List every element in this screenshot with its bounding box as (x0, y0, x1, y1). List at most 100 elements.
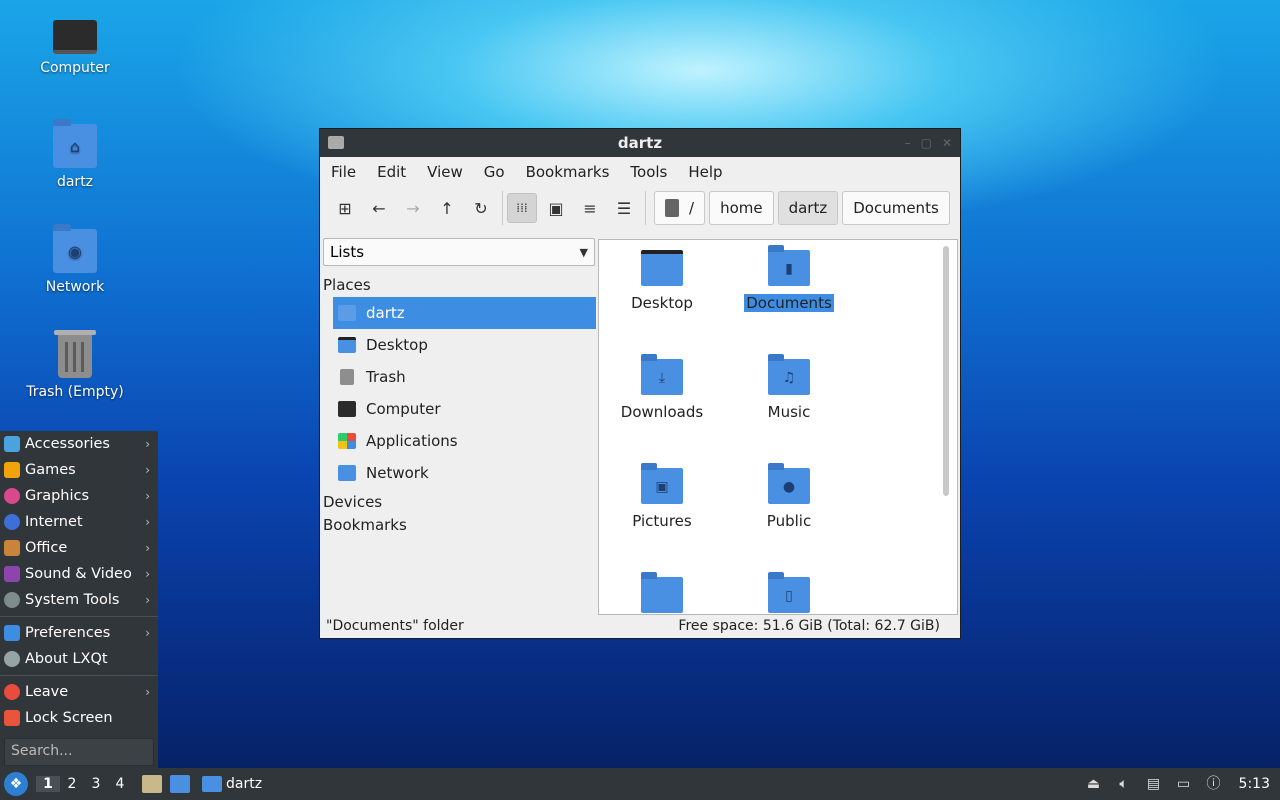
grid-icon: ⁞⁞⁞ (516, 201, 528, 215)
window-titlebar[interactable]: dartz – ▢ ✕ (320, 129, 960, 157)
menu-item-label: System Tools (25, 592, 120, 608)
up-button[interactable]: ↑ (432, 193, 462, 223)
menu-internet[interactable]: Internet › (0, 509, 158, 535)
devices-header[interactable]: Devices (321, 491, 597, 514)
bookmarks-header[interactable]: Bookmarks (321, 514, 597, 537)
desktop-icon-label: dartz (56, 174, 94, 190)
desktop-switch-1[interactable]: 1 (36, 776, 60, 792)
toolbar: ⊞ ← → ↑ ↻ ⁞⁞⁞ ▣ ≡ ☰ / home dartz Documen… (320, 187, 960, 229)
breadcrumb-home[interactable]: home (709, 191, 774, 225)
desktop-switch-3[interactable]: 3 (84, 776, 108, 792)
place-network[interactable]: Network (333, 457, 596, 489)
menu-help[interactable]: Help (688, 163, 722, 181)
menu-about-lxqt[interactable]: About LXQt (0, 646, 158, 672)
menu-preferences[interactable]: Preferences › (0, 620, 158, 646)
info-icon (4, 651, 20, 667)
breadcrumb-documents[interactable]: Documents (842, 191, 950, 225)
breadcrumb-root[interactable]: / (654, 191, 706, 225)
menu-bookmarks[interactable]: Bookmarks (526, 163, 610, 181)
place-computer[interactable]: Computer (333, 393, 596, 425)
desktop-icon-label: Network (45, 279, 105, 295)
place-desktop[interactable]: Desktop (333, 329, 596, 361)
clipboard-icon[interactable]: ▤ (1145, 775, 1163, 793)
menu-item-label: About LXQt (25, 651, 108, 667)
compact-list-icon: ≡ (583, 198, 597, 218)
close-icon[interactable]: ✕ (942, 129, 952, 157)
menu-file[interactable]: File (331, 163, 356, 181)
menu-search-input[interactable]: Search... (4, 738, 154, 766)
status-free-space: Free space: 51.6 GiB (Total: 62.7 GiB) (678, 618, 940, 634)
start-menu-button[interactable]: ❖ (4, 772, 28, 796)
menu-accessories[interactable]: Accessories › (0, 431, 158, 457)
minimize-icon[interactable]: – (905, 129, 911, 157)
clock[interactable]: 5:13 (1239, 776, 1270, 792)
desktop-network[interactable]: ◉ Network (20, 224, 130, 295)
desktop-icon-label: Trash (Empty) (26, 384, 124, 400)
icon-view-button[interactable]: ⁞⁞⁞ (507, 193, 537, 223)
file-item-folder[interactable] (607, 572, 717, 614)
desktop-switch-2[interactable]: 2 (60, 776, 84, 792)
menu-lock-screen[interactable]: Lock Screen (0, 705, 158, 731)
place-trash[interactable]: Trash (333, 361, 596, 393)
file-item-public[interactable]: ● Public (734, 463, 844, 530)
menu-separator (0, 675, 158, 676)
place-label: Applications (366, 432, 458, 450)
thumbnail-view-button[interactable]: ▣ (541, 193, 571, 223)
menu-view[interactable]: View (427, 163, 463, 181)
eject-icon[interactable]: ⏏ (1085, 775, 1103, 793)
vertical-scrollbar[interactable] (943, 246, 949, 496)
reload-icon: ↻ (474, 198, 488, 218)
menu-tools[interactable]: Tools (630, 163, 667, 181)
back-button[interactable]: ← (364, 193, 394, 223)
maximize-icon[interactable]: ▢ (921, 129, 932, 157)
file-label: Desktop (631, 294, 693, 312)
chevron-right-icon: › (145, 567, 150, 581)
system-tools-icon (4, 592, 20, 608)
show-desktop-icon[interactable] (170, 775, 190, 793)
menu-go[interactable]: Go (484, 163, 505, 181)
menu-games[interactable]: Games › (0, 457, 158, 483)
desktop-home-folder[interactable]: ⌂ dartz (20, 119, 130, 190)
file-item-templates[interactable]: ▯ (734, 572, 844, 614)
detail-view-button[interactable]: ☰ (609, 193, 639, 223)
menu-graphics[interactable]: Graphics › (0, 483, 158, 509)
network-icon[interactable]: ▭ (1175, 775, 1193, 793)
menu-item-label: Accessories (25, 436, 110, 452)
side-pane: Lists ▼ Places dartz Desktop Trash Compu… (321, 238, 597, 614)
new-tab-button[interactable]: ⊞ (330, 193, 360, 223)
desktop-computer[interactable]: Computer (20, 16, 130, 76)
menu-edit[interactable]: Edit (377, 163, 406, 181)
file-item-documents[interactable]: ▮ Documents (734, 245, 844, 312)
volume-icon[interactable]: 🔈︎ (1115, 775, 1133, 793)
file-label: Public (766, 512, 812, 530)
side-pane-mode-select[interactable]: Lists ▼ (323, 238, 595, 266)
menu-sound-video[interactable]: Sound & Video › (0, 561, 158, 587)
taskbar-window-dartz[interactable]: dartz (202, 776, 262, 792)
menu-leave[interactable]: Leave › (0, 679, 158, 705)
games-icon (4, 462, 20, 478)
menu-office[interactable]: Office › (0, 535, 158, 561)
file-icon-view[interactable]: Desktop ▮ Documents ⤓ Downloads ♫ Music … (598, 239, 958, 615)
file-manager-launcher-icon[interactable] (142, 775, 162, 793)
file-item-pictures[interactable]: ▣ Pictures (607, 463, 717, 530)
file-item-desktop[interactable]: Desktop (607, 250, 717, 312)
desktop-trash[interactable]: Trash (Empty) (20, 330, 130, 400)
place-dartz[interactable]: dartz (333, 297, 596, 329)
folder-icon (641, 572, 683, 613)
documents-folder-icon: ▮ (768, 245, 810, 286)
downloads-folder-icon: ⤓ (641, 354, 683, 395)
desktop-switch-4[interactable]: 4 (108, 776, 132, 792)
file-item-downloads[interactable]: ⤓ Downloads (607, 354, 717, 421)
menu-item-label: Graphics (25, 488, 90, 504)
file-item-music[interactable]: ♫ Music (734, 354, 844, 421)
reload-button[interactable]: ↻ (466, 193, 496, 223)
menu-system-tools[interactable]: System Tools › (0, 587, 158, 613)
office-icon (4, 540, 20, 556)
system-tray: ⏏ 🔈︎ ▤ ▭ ⓘ 5:13 (1085, 768, 1280, 800)
places-header[interactable]: Places (321, 274, 597, 297)
compact-view-button[interactable]: ≡ (575, 193, 605, 223)
place-applications[interactable]: Applications (333, 425, 596, 457)
notification-icon[interactable]: ⓘ (1205, 775, 1223, 793)
breadcrumb-dartz[interactable]: dartz (777, 191, 839, 225)
forward-button[interactable]: → (398, 193, 428, 223)
